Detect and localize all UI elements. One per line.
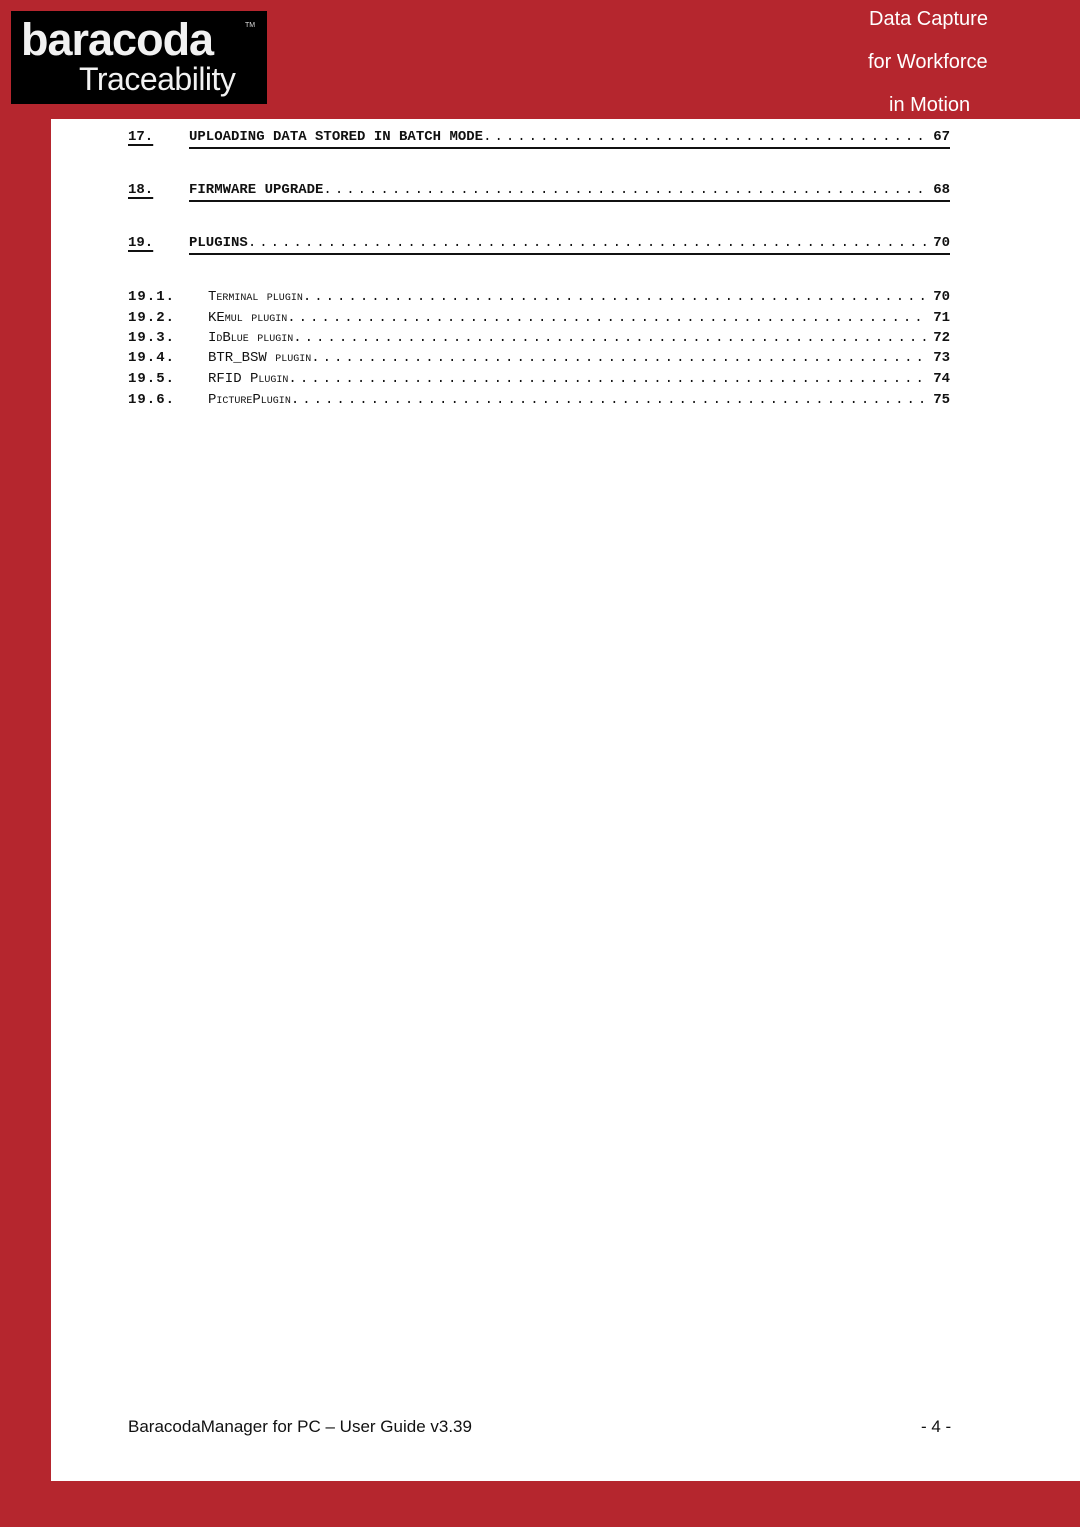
toc-subentry-19-2[interactable]: 19.2. KEmul plugin .....................… — [128, 310, 950, 330]
toc-leader-dots: ........................................… — [287, 310, 929, 326]
toc-leader-dots: ........................................… — [323, 182, 929, 198]
toc-entry-page: 68 — [933, 182, 950, 198]
toc-entry-title[interactable]: KEmul plugin — [208, 310, 287, 326]
toc-entry-title[interactable]: Terminal plugin — [208, 289, 303, 305]
toc-subentry-19-5[interactable]: 19.5. RFID Plugin ......................… — [128, 371, 950, 391]
toc-leader-dots: ........................................… — [293, 330, 930, 346]
toc-entry-page: 72 — [933, 330, 950, 346]
toc-leader-dots: ........................................… — [311, 350, 929, 366]
toc-entry-page: 74 — [933, 371, 950, 387]
toc-subentry-19-4[interactable]: 19.4. BTR_BSW plugin ...................… — [128, 350, 950, 370]
footer-document-title: BaracodaManager for PC – User Guide v3.3… — [128, 1417, 472, 1436]
toc-leader-dots: ........................................… — [290, 392, 930, 408]
footer-page-number: - 4 - — [921, 1417, 952, 1436]
logo-trademark: TM — [245, 22, 256, 29]
toc-entry-page: 75 — [933, 392, 950, 408]
toc-entry-title[interactable]: RFID Plugin — [208, 371, 288, 387]
logo-sub-text: Traceability — [79, 61, 236, 97]
toc-leader-dots: ........................................… — [483, 129, 929, 145]
toc-entry-number: 18. — [128, 182, 154, 198]
toc-entry-title[interactable]: PicturePlugin — [208, 392, 291, 408]
toc-entry-page: 70 — [933, 235, 950, 251]
toc-entry-page: 73 — [933, 350, 950, 366]
toc-leader-dots: ........................................… — [302, 289, 930, 305]
toc-entry-number: 19.6. — [128, 392, 176, 408]
toc-entry-number: 17. — [128, 129, 154, 145]
toc-entry-number: 19.5. — [128, 371, 176, 387]
toc-entry-17[interactable]: 17. UPLOADING DATA STORED IN BATCH MODE … — [128, 129, 950, 149]
toc-entry-title[interactable]: IdBlue plugin — [208, 330, 293, 346]
toc-entry-number: 19.1. — [128, 289, 176, 305]
toc-entry-page: 71 — [933, 310, 950, 326]
toc-entry-page: 67 — [933, 129, 950, 145]
baracoda-logo: baracoda TM Traceability — [11, 11, 267, 104]
toc-entry-title[interactable]: BTR_BSW plugin — [208, 350, 311, 366]
tagline-line-1: Data Capture — [869, 8, 988, 30]
toc-entry-title[interactable]: UPLOADING DATA STORED IN BATCH MODE — [189, 129, 483, 145]
tagline-line-2: for Workforce — [868, 51, 988, 73]
toc-leader-dots: ........................................… — [288, 371, 929, 387]
toc-entry-number: 19.4. — [128, 350, 176, 366]
toc-entry-number: 19.2. — [128, 310, 176, 326]
toc-entry-number: 19.3. — [128, 330, 176, 346]
toc-subentry-19-1[interactable]: 19.1. Terminal plugin ..................… — [128, 289, 950, 309]
toc-leader-dots: ........................................… — [247, 235, 929, 251]
toc-subentry-19-3[interactable]: 19.3. IdBlue plugin ....................… — [128, 330, 950, 350]
toc-entry-page: 70 — [933, 289, 950, 305]
toc-subentry-19-6[interactable]: 19.6. PicturePlugin ....................… — [128, 392, 950, 412]
left-margin-band — [0, 0, 51, 1527]
toc-entry-18[interactable]: 18. FIRMWARE UPGRADE ...................… — [128, 182, 950, 202]
footer-band — [0, 1481, 1080, 1527]
toc-entry-title[interactable]: PLUGINS — [189, 235, 248, 251]
toc-entry-number: 19. — [128, 235, 154, 251]
logo-brand-text: baracoda — [21, 14, 214, 65]
toc-entry-19[interactable]: 19. PLUGINS ............................… — [128, 235, 950, 255]
tagline-line-3: in Motion — [889, 94, 971, 116]
toc-entry-title[interactable]: FIRMWARE UPGRADE — [189, 182, 323, 198]
